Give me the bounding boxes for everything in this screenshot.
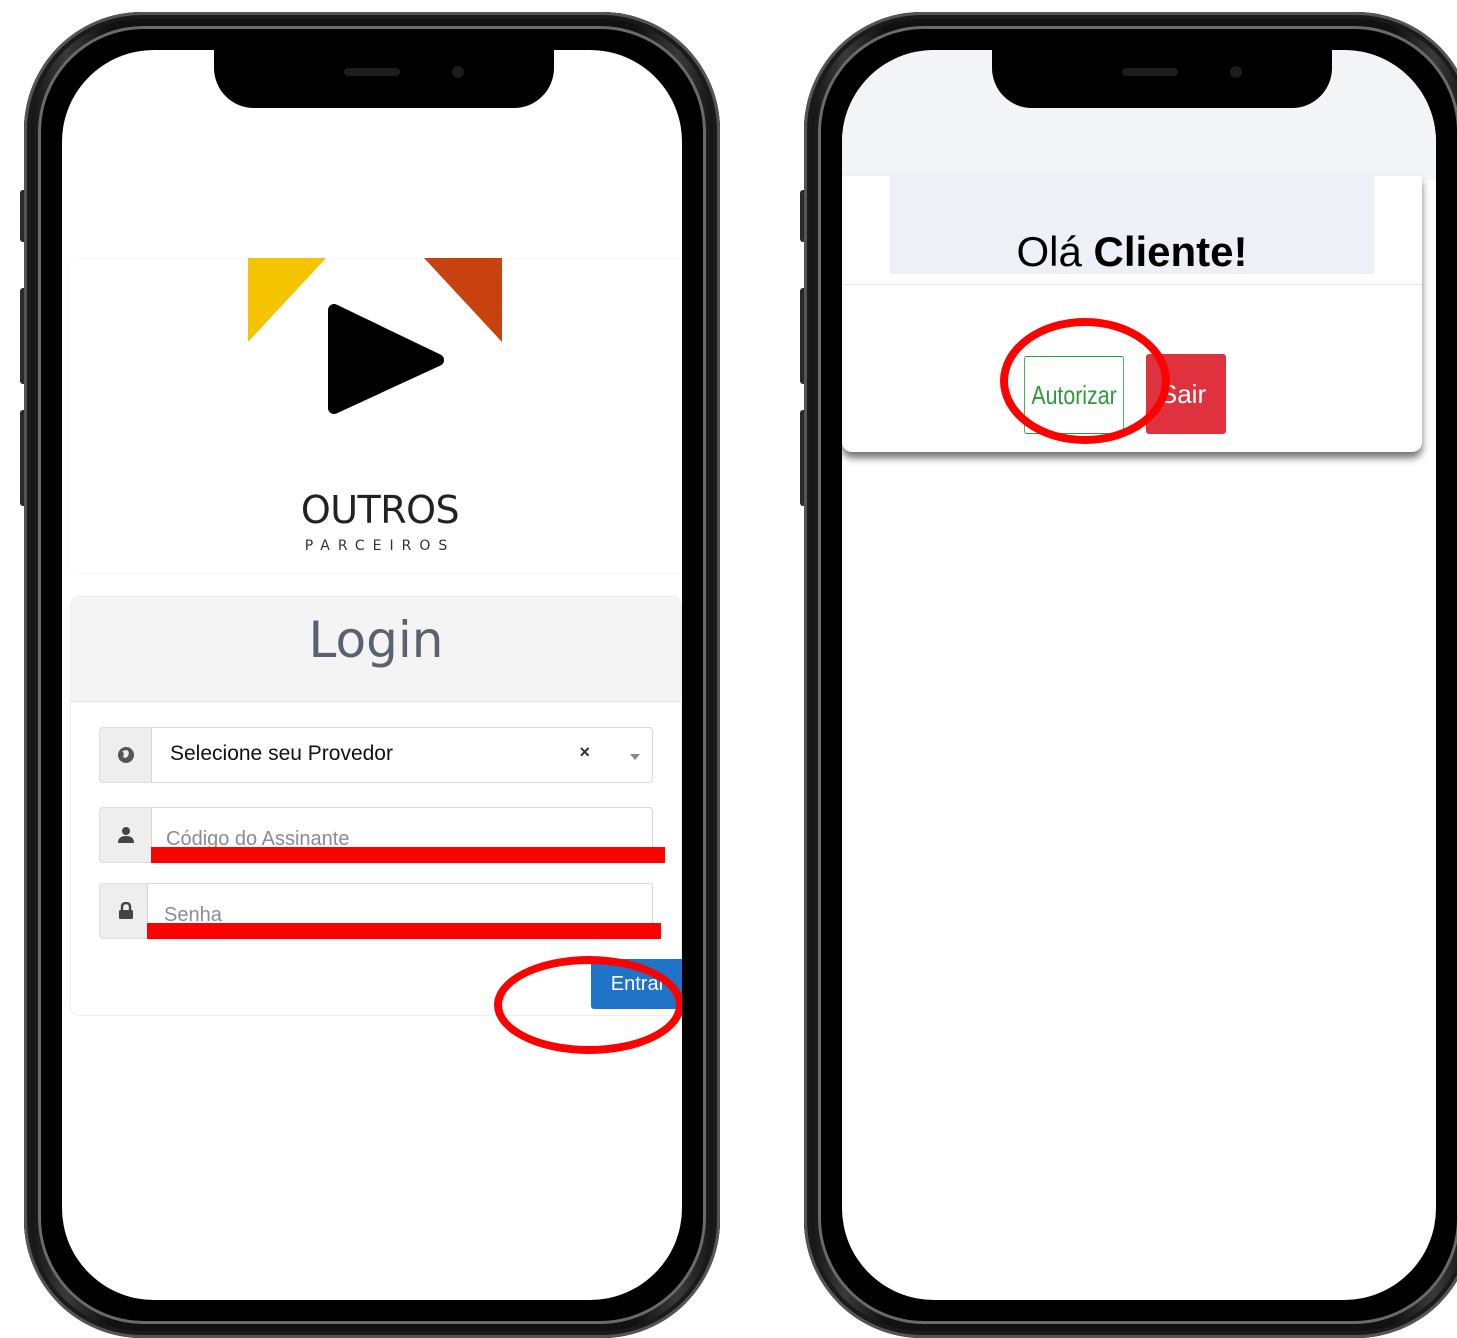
provider-row: Selecione seu Provedor ×: [99, 727, 653, 783]
globe-icon: [99, 727, 153, 783]
red-underline-annotation: [151, 847, 665, 863]
user-icon: [99, 807, 153, 863]
logo-card: OUTROS PARCEIROS: [70, 258, 682, 574]
phone-notch: [214, 50, 554, 108]
chevron-down-icon[interactable]: [630, 754, 640, 760]
divider: [842, 284, 1422, 285]
login-screen: OUTROS PARCEIROS Login Selecione seu Pro…: [62, 50, 682, 1300]
login-title: Login: [308, 611, 444, 669]
clear-icon[interactable]: ×: [579, 742, 590, 763]
phone-notch: [992, 50, 1332, 108]
login-header: Login: [71, 597, 681, 702]
phone-frame-consent: Olá Cliente! Sair Autorizar: [804, 12, 1457, 1338]
greeting-prefix: Olá: [1016, 228, 1082, 275]
brand-tagline: PARCEIROS: [304, 538, 456, 554]
provider-select-value: Selecione seu Provedor: [170, 742, 393, 765]
highlight-circle-annotation: [1000, 318, 1170, 444]
phone-frame-login: OUTROS PARCEIROS Login Selecione seu Pro…: [24, 12, 720, 1338]
login-card: Login Selecione seu Provedor × Código do…: [70, 596, 682, 1016]
highlight-circle-annotation: [494, 956, 682, 1054]
consent-screen: Olá Cliente! Sair Autorizar: [842, 50, 1436, 1300]
brand-name: OUTROS: [300, 488, 460, 532]
greeting-text: Olá Cliente!: [1016, 202, 1247, 276]
greeting-header: Olá Cliente!: [890, 176, 1374, 276]
red-underline-annotation: [147, 923, 661, 939]
brand-logo: [248, 258, 502, 490]
lock-icon: [99, 883, 153, 939]
provider-select[interactable]: Selecione seu Provedor ×: [151, 727, 653, 783]
greeting-name: Cliente!: [1093, 228, 1248, 275]
